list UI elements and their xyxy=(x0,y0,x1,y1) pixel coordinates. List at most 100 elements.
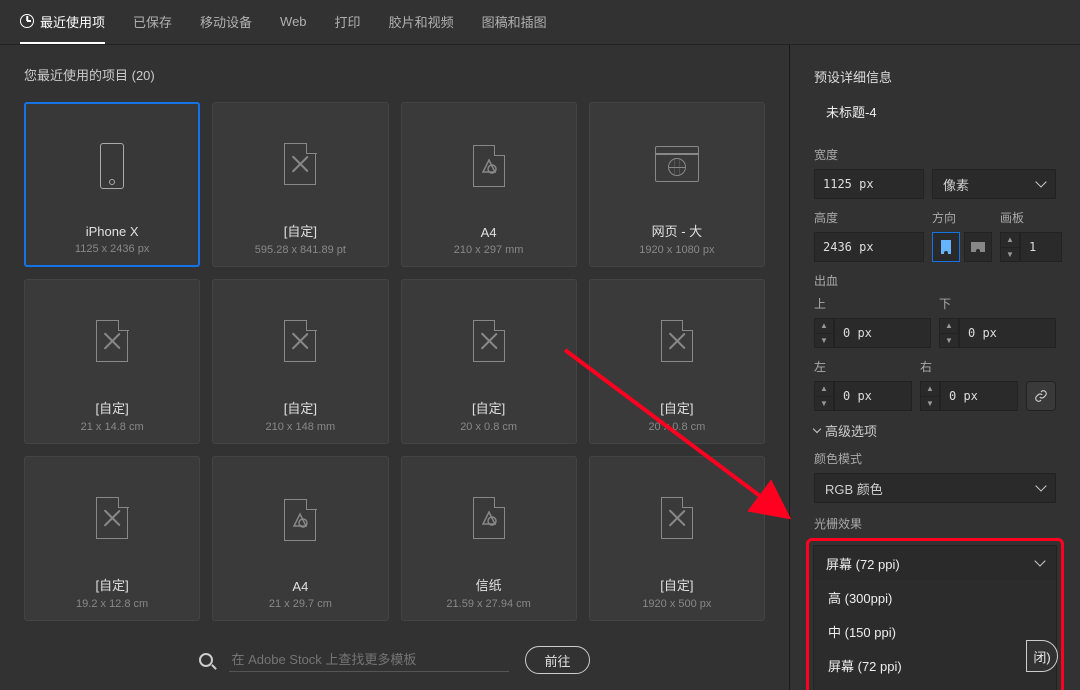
stock-search-bar: 前往 xyxy=(24,630,765,690)
artboard-stepper[interactable]: ▲▼ xyxy=(1000,232,1020,262)
bleed-bottom-input[interactable]: 0 px xyxy=(959,318,1056,348)
bleed-right-label: 右 xyxy=(920,358,1018,375)
preset-card[interactable]: [自定]1920 x 500 px xyxy=(589,456,765,621)
chevron-down-icon xyxy=(813,424,821,432)
raster-option[interactable]: 36 ppi xyxy=(814,682,1056,690)
preset-title: [自定] xyxy=(284,398,317,417)
raster-effects-dropdown[interactable]: 屏幕 (72 ppi) 高 (300ppi) 中 (150 ppi) 屏幕 (72 … xyxy=(813,545,1057,690)
clock-icon xyxy=(20,14,34,28)
chevron-down-icon xyxy=(1035,176,1046,187)
raster-option[interactable]: 中 (150 ppi) xyxy=(814,614,1056,648)
bleed-left-label: 左 xyxy=(814,358,912,375)
color-mode-dropdown[interactable]: RGB 颜色 xyxy=(814,473,1056,503)
preset-dimensions: 19.2 x 12.8 cm xyxy=(76,598,148,610)
preset-dimensions: 21 x 14.8 cm xyxy=(81,421,144,433)
height-input[interactable]: 2436 px xyxy=(814,232,924,262)
preset-card[interactable]: [自定] 20 x 0.8 cm xyxy=(589,279,765,444)
preset-dimensions: 21 x 29.7 cm xyxy=(269,598,332,610)
raster-option[interactable]: 高 (300ppi) xyxy=(814,580,1056,614)
tab-2[interactable]: 移动设备 xyxy=(200,0,252,44)
preset-card[interactable]: [自定] 19.2 x 12.8 cm xyxy=(24,456,200,621)
artboard-count-input[interactable]: 1 xyxy=(1020,232,1062,262)
preset-card[interactable]: A4 21 x 29.7 cm xyxy=(212,456,388,621)
preset-title: [自定] xyxy=(660,398,693,417)
color-mode-value: RGB 颜色 xyxy=(825,479,883,498)
preset-name-field[interactable]: 未标题-4 xyxy=(814,98,1056,132)
tab-1[interactable]: 已保存 xyxy=(133,0,172,44)
tab-0[interactable]: 最近使用项 xyxy=(20,0,105,44)
preset-icon xyxy=(655,113,699,215)
preset-title: 网页 - 大 xyxy=(652,221,703,240)
unit-value: 像素 xyxy=(943,175,969,194)
raster-selected-value: 屏幕 (72 ppi) xyxy=(826,554,900,573)
preset-title: [自定] xyxy=(96,398,129,417)
preset-card[interactable]: 网页 - 大 1920 x 1080 px xyxy=(589,102,765,267)
preset-card[interactable]: A4 210 x 297 mm xyxy=(401,102,577,267)
preset-card[interactable]: 信纸21.59 x 27.94 cm xyxy=(401,456,577,621)
tab-3[interactable]: Web xyxy=(280,0,307,44)
raster-option-label: 中 (150 ppi) xyxy=(828,622,896,641)
preset-icon xyxy=(661,467,693,569)
close-button-fragment[interactable]: 闭) xyxy=(1026,640,1058,672)
tab-label: Web xyxy=(280,14,307,29)
bleed-top-stepper[interactable]: ▲▼ xyxy=(814,318,834,348)
tab-label: 已保存 xyxy=(133,12,172,31)
bleed-right-input[interactable]: 0 px xyxy=(940,381,1018,411)
tab-6[interactable]: 图稿和插图 xyxy=(482,0,547,44)
preset-title: 信纸 xyxy=(476,575,502,594)
advanced-label: 高级选项 xyxy=(825,421,877,440)
tab-5[interactable]: 胶片和视频 xyxy=(389,0,454,44)
preset-card[interactable]: iPhone X1125 x 2436 px xyxy=(24,102,200,267)
tab-label: 移动设备 xyxy=(200,12,252,31)
raster-effects-label: 光栅效果 xyxy=(814,515,1056,532)
bleed-left-input[interactable]: 0 px xyxy=(834,381,912,411)
preset-icon xyxy=(96,467,128,569)
height-label: 高度 xyxy=(814,209,924,226)
preset-title: [自定] xyxy=(96,575,129,594)
tab-4[interactable]: 打印 xyxy=(335,0,361,44)
preset-title: [自定] xyxy=(472,398,505,417)
advanced-options-toggle[interactable]: 高级选项 xyxy=(814,421,1056,440)
bleed-top-input[interactable]: 0 px xyxy=(834,318,931,348)
preset-title: iPhone X xyxy=(86,224,139,239)
raster-option[interactable]: 屏幕 (72 ppi)✓ xyxy=(814,648,1056,682)
preset-title: A4 xyxy=(481,225,497,240)
preset-dimensions: 210 x 297 mm xyxy=(454,244,524,256)
raster-option-label: 高 (300ppi) xyxy=(828,588,892,607)
preset-dimensions: 20 x 0.8 cm xyxy=(648,421,705,433)
link-icon xyxy=(1034,389,1048,403)
color-mode-label: 颜色模式 xyxy=(814,450,1056,467)
tab-label: 最近使用项 xyxy=(40,12,105,31)
tab-label: 打印 xyxy=(335,12,361,31)
recent-title: 您最近使用的项目 (20) xyxy=(24,65,765,84)
stock-search-input[interactable] xyxy=(229,648,509,672)
preset-title: A4 xyxy=(292,579,308,594)
search-icon xyxy=(199,653,213,667)
orientation-landscape-button[interactable] xyxy=(964,232,992,262)
width-label: 宽度 xyxy=(814,146,1056,163)
preset-card[interactable]: [自定]595.28 x 841.89 pt xyxy=(212,102,388,267)
orientation-portrait-button[interactable] xyxy=(932,232,960,262)
tab-label: 胶片和视频 xyxy=(389,12,454,31)
tab-label: 图稿和插图 xyxy=(482,12,547,31)
preset-icon xyxy=(473,113,505,219)
bleed-bottom-stepper[interactable]: ▲▼ xyxy=(939,318,959,348)
preset-icon xyxy=(661,290,693,392)
preset-card[interactable]: [自定]210 x 148 mm xyxy=(212,279,388,444)
bleed-left-stepper[interactable]: ▲▼ xyxy=(814,381,834,411)
preset-dimensions: 595.28 x 841.89 pt xyxy=(255,244,346,256)
preset-dimensions: 1920 x 1080 px xyxy=(639,244,714,256)
preset-card[interactable]: [自定]20 x 0.8 cm xyxy=(401,279,577,444)
stock-go-button[interactable]: 前往 xyxy=(525,646,589,674)
preset-icon xyxy=(284,467,316,573)
preset-icon xyxy=(473,290,505,392)
width-input[interactable]: 1125 px xyxy=(814,169,924,199)
unit-dropdown[interactable]: 像素 xyxy=(932,169,1056,199)
bleed-link-button[interactable] xyxy=(1026,381,1056,411)
preset-card[interactable]: [自定] 21 x 14.8 cm xyxy=(24,279,200,444)
preset-icon xyxy=(284,113,316,215)
orientation-label: 方向 xyxy=(932,209,992,226)
preset-icon xyxy=(284,290,316,392)
bleed-right-stepper[interactable]: ▲▼ xyxy=(920,381,940,411)
category-tabs: 最近使用项 已保存 移动设备 Web 打印 胶片和视频 图稿和插图 xyxy=(0,0,1080,45)
